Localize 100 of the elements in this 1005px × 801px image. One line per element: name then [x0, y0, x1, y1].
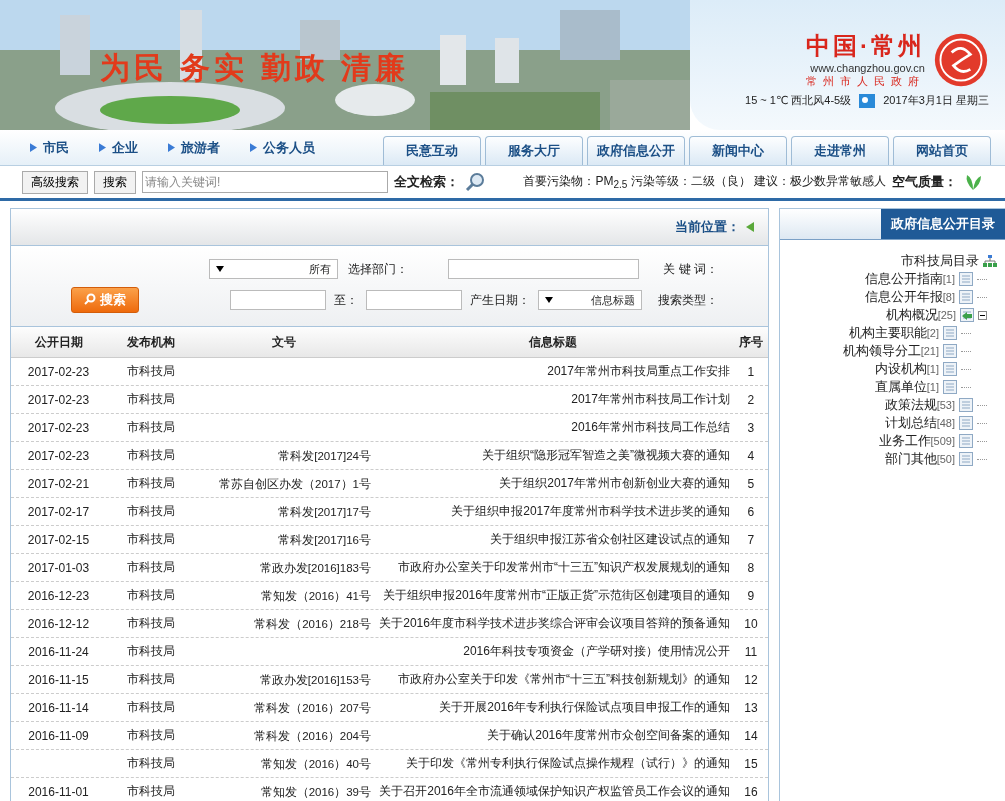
nav-tab[interactable]: 网站首页	[893, 136, 991, 165]
search-icon	[465, 172, 485, 192]
table-cell: 市科技局	[127, 364, 175, 378]
tree-item[interactable]: 机构概况[25]	[885, 306, 956, 324]
date-label: 产生日期：	[469, 291, 530, 309]
table-cell: 7	[747, 532, 755, 547]
document-link[interactable]: 2016年常州市科技局工作总结	[571, 420, 730, 434]
table-cell: 常科发[2017]17号	[278, 505, 371, 518]
tree-item[interactable]: 内设机构[1]	[874, 360, 939, 378]
tree-item[interactable]: 直属单位[1]	[874, 378, 939, 396]
hierarchy-icon	[983, 255, 997, 267]
table-cell: 常科发[2017]24号	[278, 449, 371, 462]
document-icon	[959, 452, 973, 466]
table-cell: 2017-02-23	[27, 392, 90, 407]
table-cell: 市科技局	[127, 784, 175, 798]
document-icon	[959, 272, 973, 286]
search-button[interactable]: 搜索	[94, 170, 136, 194]
table-cell: 常政办发[2016]153号	[259, 673, 371, 686]
nav-link[interactable]: 企业	[112, 138, 138, 157]
end-date-field[interactable]	[229, 290, 326, 310]
document-link[interactable]: 关于确认2016年度常州市众创空间备案的通知	[487, 728, 730, 742]
nav-link[interactable]: 公务人员	[263, 138, 315, 157]
table-cell: 常科发[2017]16号	[278, 533, 371, 546]
table-cell: 2016-11-09	[28, 728, 89, 743]
table-cell: 11	[744, 644, 758, 659]
document-icon	[943, 344, 957, 358]
nav-tab[interactable]: 民意互动	[383, 136, 481, 165]
table-cell: 常知发（2016）39号	[260, 785, 371, 798]
triangle-icon	[168, 143, 175, 152]
document-link[interactable]: 关于2016年度市科学技术进步奖综合评审会议项目答辩的预备通知	[379, 616, 730, 630]
start-date-field[interactable]	[365, 290, 462, 310]
table-cell: 14	[744, 728, 758, 743]
table-cell: 市科技局	[127, 448, 175, 462]
document-link[interactable]: 2016年科技专项资金（产学研对接）使用情况公开	[463, 644, 730, 658]
nav-tab[interactable]: 服务大厅	[485, 136, 583, 165]
nav-tab[interactable]: 走进常州	[791, 136, 889, 165]
document-link[interactable]: 关于印发《常州专利执行保险试点操作规程（试行）》的通知	[405, 756, 730, 770]
tree-item[interactable]: 部门其他[50]	[884, 450, 955, 468]
tree-item[interactable]: 信息公开指南[1]	[864, 270, 955, 288]
document-link[interactable]: 关于组织“隐形冠军智造之美”微视频大赛的通知	[481, 448, 730, 462]
advanced-search-button[interactable]: 高级搜索	[22, 170, 88, 194]
search-type-select[interactable]: 信息标题	[537, 290, 642, 310]
table-cell: 2016-12-23	[27, 588, 90, 603]
weather-text: 15 ~ 1℃ 西北风4-5级	[745, 93, 852, 108]
table-cell: 常科发（2016）207号	[254, 701, 371, 714]
nav-link[interactable]: 旅游者	[181, 138, 220, 157]
air-quality-text: 首要污染物：PM$_{2.5}$ 污染等级：二级（良） 建议：极少数异常敏感人	[523, 173, 886, 191]
nav-tab[interactable]: 政府信息公开	[587, 136, 685, 165]
table-cell: 1	[747, 364, 755, 379]
document-link[interactable]: 市政府办公室关于印发《常州市“十三五”科技创新规划》的通知	[397, 672, 730, 686]
document-link[interactable]: 关于召开2016年全市流通领域保护知识产权监管员工作会议的通知	[379, 784, 730, 798]
search-field[interactable]: 请输入关键词!	[142, 171, 388, 193]
nav-tab[interactable]: 新闻中心	[689, 136, 787, 165]
document-link[interactable]: 关于组织申报2016年度常州市“正版正货”示范街区创建项目的通知	[383, 588, 730, 602]
document-link[interactable]: 2017年常州市科技局工作计划	[571, 392, 730, 406]
triangle-icon	[30, 143, 37, 152]
keyword-label: 关 键 词：	[663, 260, 718, 278]
document-link[interactable]: 关于组织2017年常州市创新创业大赛的通知	[499, 476, 730, 490]
search-icon	[84, 293, 96, 305]
tree-item[interactable]: 信息公开年报[8]	[864, 288, 955, 306]
dropdown-arrow-icon	[544, 297, 553, 303]
table-cell: 15	[744, 756, 758, 771]
column-header: 发布机构	[126, 333, 176, 351]
table-cell: 市科技局	[127, 672, 175, 686]
column-header: 公开日期	[33, 333, 84, 351]
table-cell: 市科技局	[127, 476, 175, 490]
table-cell: 2017-02-21	[27, 476, 90, 491]
breadcrumb-text: 当前位置：	[674, 218, 740, 236]
tree-item[interactable]: 机构领导分工[21]	[842, 342, 939, 360]
table-cell: 市科技局	[127, 588, 175, 602]
table-cell: 市科技局	[127, 392, 175, 406]
table-cell: 2017-02-23	[27, 448, 90, 463]
department-select[interactable]: 所有	[209, 259, 339, 279]
tree-item[interactable]: 计划总结[48]	[884, 414, 955, 432]
tree-item[interactable]: 市科技局目录	[901, 252, 979, 270]
table-cell: 10	[744, 616, 758, 631]
document-link[interactable]: 2017年常州市科技局重点工作安排	[547, 364, 730, 378]
tree-item[interactable]: 机构主要职能[2]	[848, 324, 939, 342]
air-quality-label: 空气质量：	[892, 173, 957, 191]
triangle-icon	[99, 143, 106, 152]
table-cell: 2016-11-15	[28, 672, 89, 687]
tree-item[interactable]: 业务工作[509]	[878, 432, 955, 450]
keyword-field[interactable]	[448, 259, 640, 279]
table-cell: 常科发（2016）218号	[254, 617, 371, 630]
document-link[interactable]: 关于组织申报江苏省众创社区建设试点的通知	[489, 532, 730, 546]
document-link[interactable]: 市政府办公室关于印发常州市“十三五”知识产权发展规划的通知	[397, 560, 730, 574]
table-cell: 市科技局	[127, 756, 175, 770]
triangle-icon	[250, 143, 257, 152]
table-cell: 市科技局	[127, 420, 175, 434]
document-icon	[959, 398, 973, 412]
document-link[interactable]: 关于开展2016年专利执行保险试点项目申报工作的通知	[439, 700, 730, 714]
table-cell: 2016-12-12	[27, 616, 90, 631]
table-cell: 常知发（2016）40号	[260, 757, 371, 770]
to-label: 至：	[333, 291, 358, 309]
table-cell: 2017-02-17	[27, 504, 90, 519]
collapse-toggle[interactable]	[978, 310, 987, 320]
table-cell: 2017-02-15	[27, 532, 90, 547]
nav-link[interactable]: 市民	[43, 138, 69, 157]
tree-item[interactable]: 政策法规[53]	[884, 396, 955, 414]
document-link[interactable]: 关于组织申报2017年度常州市科学技术进步奖的通知	[451, 504, 730, 518]
